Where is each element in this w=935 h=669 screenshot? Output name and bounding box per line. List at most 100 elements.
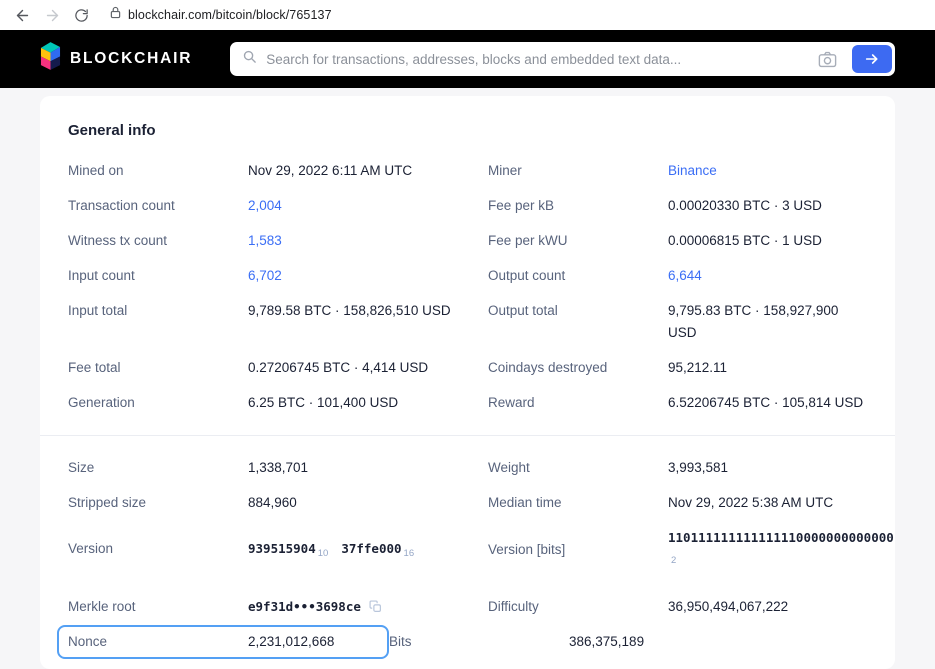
input-count-field: Input count 6,702 bbox=[68, 265, 488, 287]
witness-tx-count-field: Witness tx count 1,583 bbox=[68, 230, 488, 252]
merkle-root-hash: e9f31d•••3698ce bbox=[248, 599, 361, 614]
version-field: Version 9395159041037ffe00016 bbox=[68, 538, 488, 562]
version-bits-binary: 110111111111111110000000000000 bbox=[668, 530, 894, 545]
input-total-field: Input total 9,789.58 BTC · 158,826,510 U… bbox=[68, 300, 488, 322]
field-label: Bits bbox=[389, 631, 569, 653]
table-row: Input total 9,789.58 BTC · 158,826,510 U… bbox=[68, 300, 867, 344]
base-10-subscript: 10 bbox=[318, 548, 329, 559]
camera-icon[interactable] bbox=[818, 51, 837, 68]
field-label: Nonce bbox=[68, 631, 248, 653]
site-header: BLOCKCHAIR bbox=[0, 30, 935, 88]
fee-total-field: Fee total 0.27206745 BTC · 4,414 USD bbox=[68, 357, 488, 379]
table-row: Fee total 0.27206745 BTC · 4,414 USD Coi… bbox=[68, 357, 867, 379]
block-details-section: Size 1,338,701 Weight 3,993,581 Stripped… bbox=[68, 457, 867, 669]
field-label: Transaction count bbox=[68, 195, 248, 217]
section-divider bbox=[40, 435, 895, 436]
merkle-root-field: Merkle root e9f31d•••3698ce bbox=[68, 596, 488, 618]
field-label: Coindays destroyed bbox=[488, 357, 668, 379]
field-label: Version [bits] bbox=[488, 539, 668, 561]
field-label: Generation bbox=[68, 392, 248, 414]
version-decimal: 939515904 bbox=[248, 541, 316, 556]
page-background: General info Mined on Nov 29, 2022 6:11 … bbox=[0, 88, 935, 669]
table-row: Input count 6,702 Output count 6,644 bbox=[68, 265, 867, 287]
field-label: Output count bbox=[488, 265, 668, 287]
field-value: 3,993,581 bbox=[668, 457, 867, 479]
version-bits-value: 1101111111111111100000000000002 bbox=[668, 527, 867, 572]
arrow-right-icon bbox=[864, 51, 880, 67]
url-text: blockchair.com/bitcoin/block/765137 bbox=[128, 8, 332, 22]
field-value: 386,375,189 bbox=[569, 631, 867, 653]
table-row: Merkle root e9f31d•••3698ce Difficulty 3… bbox=[68, 596, 867, 618]
transaction-count-link[interactable]: 2,004 bbox=[248, 195, 488, 217]
field-label: Input total bbox=[68, 300, 248, 322]
brand-name: BLOCKCHAIR bbox=[70, 50, 192, 68]
field-label: Output total bbox=[488, 300, 668, 322]
bits-field: Bits 386,375,189 bbox=[389, 631, 867, 653]
field-label: Fee total bbox=[68, 357, 248, 379]
base-2-subscript: 2 bbox=[671, 550, 867, 572]
field-label: Miner bbox=[488, 160, 668, 182]
field-label: Fee per kB bbox=[488, 195, 668, 217]
table-row: Nonce 2,231,012,668 Bits 386,375,189 bbox=[68, 631, 867, 653]
general-info-card: General info Mined on Nov 29, 2022 6:11 … bbox=[40, 96, 895, 669]
field-value: 6.25 BTC · 101,400 USD bbox=[248, 392, 488, 414]
field-label: Input count bbox=[68, 265, 248, 287]
field-value: 36,950,494,067,222 bbox=[668, 596, 867, 618]
lock-icon bbox=[110, 6, 121, 24]
field-value: 0.27206745 BTC · 4,414 USD bbox=[248, 357, 488, 379]
search-bar bbox=[230, 42, 895, 76]
nonce-field-highlighted: Nonce 2,231,012,668 bbox=[57, 625, 389, 659]
field-value: Nov 29, 2022 6:11 AM UTC bbox=[248, 160, 488, 182]
field-label: Witness tx count bbox=[68, 230, 248, 252]
miner-link[interactable]: Binance bbox=[668, 160, 867, 182]
search-input[interactable] bbox=[266, 52, 809, 67]
reload-icon[interactable] bbox=[74, 8, 89, 23]
size-field: Size 1,338,701 bbox=[68, 457, 488, 479]
copy-icon[interactable] bbox=[369, 600, 382, 613]
version-hex: 37ffe000 bbox=[341, 541, 401, 556]
table-row: Generation 6.25 BTC · 101,400 USD Reward… bbox=[68, 392, 867, 414]
field-label: Reward bbox=[488, 392, 668, 414]
field-label: Size bbox=[68, 457, 248, 479]
output-total-field: Output total 9,795.83 BTC · 158,927,900 … bbox=[488, 300, 867, 344]
blockchair-logo[interactable]: BLOCKCHAIR bbox=[40, 42, 192, 76]
back-icon[interactable] bbox=[14, 7, 31, 24]
search-icon bbox=[242, 49, 257, 69]
address-bar[interactable]: blockchair.com/bitcoin/block/765137 bbox=[110, 6, 332, 24]
table-row: Version 9395159041037ffe00016 Version [b… bbox=[68, 527, 867, 572]
median-time-field: Median time Nov 29, 2022 5:38 AM UTC bbox=[488, 492, 867, 514]
field-value: 9,789.58 BTC · 158,826,510 USD bbox=[248, 300, 488, 322]
field-value: 1,338,701 bbox=[248, 457, 488, 479]
merkle-root-value: e9f31d•••3698ce bbox=[248, 596, 488, 618]
field-value: 884,960 bbox=[248, 492, 488, 514]
fee-per-kb-field: Fee per kB 0.00020330 BTC · 3 USD bbox=[488, 195, 867, 217]
mined-on-field: Mined on Nov 29, 2022 6:11 AM UTC bbox=[68, 160, 488, 182]
field-label: Difficulty bbox=[488, 596, 668, 618]
field-value: 0.00006815 BTC · 1 USD bbox=[668, 230, 867, 252]
version-value: 9395159041037ffe00016 bbox=[248, 538, 488, 562]
field-label: Fee per kWU bbox=[488, 230, 668, 252]
reward-field: Reward 6.52206745 BTC · 105,814 USD bbox=[488, 392, 867, 414]
stripped-size-field: Stripped size 884,960 bbox=[68, 492, 488, 514]
version-bits-field: Version [bits] 1101111111111111100000000… bbox=[488, 527, 867, 572]
field-value: 0.00020330 BTC · 3 USD bbox=[668, 195, 867, 217]
field-value: 9,795.83 BTC · 158,927,900 USD bbox=[668, 300, 867, 344]
field-label: Weight bbox=[488, 457, 668, 479]
forward-icon[interactable] bbox=[44, 7, 61, 24]
field-label: Version bbox=[68, 538, 248, 560]
miner-field: Miner Binance bbox=[488, 160, 867, 182]
generation-field: Generation 6.25 BTC · 101,400 USD bbox=[68, 392, 488, 414]
search-submit-button[interactable] bbox=[852, 45, 892, 73]
table-row: Mined on Nov 29, 2022 6:11 AM UTC Miner … bbox=[68, 160, 867, 182]
field-value: Nov 29, 2022 5:38 AM UTC bbox=[668, 492, 867, 514]
coindays-destroyed-field: Coindays destroyed 95,212.11 bbox=[488, 357, 867, 379]
field-value: 6.52206745 BTC · 105,814 USD bbox=[668, 392, 867, 414]
witness-tx-count-link[interactable]: 1,583 bbox=[248, 230, 488, 252]
input-count-link[interactable]: 6,702 bbox=[248, 265, 488, 287]
output-count-link[interactable]: 6,644 bbox=[668, 265, 867, 287]
browser-toolbar: blockchair.com/bitcoin/block/765137 bbox=[0, 0, 935, 30]
field-label: Merkle root bbox=[68, 596, 248, 618]
table-row: Size 1,338,701 Weight 3,993,581 bbox=[68, 457, 867, 479]
field-label: Stripped size bbox=[68, 492, 248, 514]
fee-per-kwu-field: Fee per kWU 0.00006815 BTC · 1 USD bbox=[488, 230, 867, 252]
